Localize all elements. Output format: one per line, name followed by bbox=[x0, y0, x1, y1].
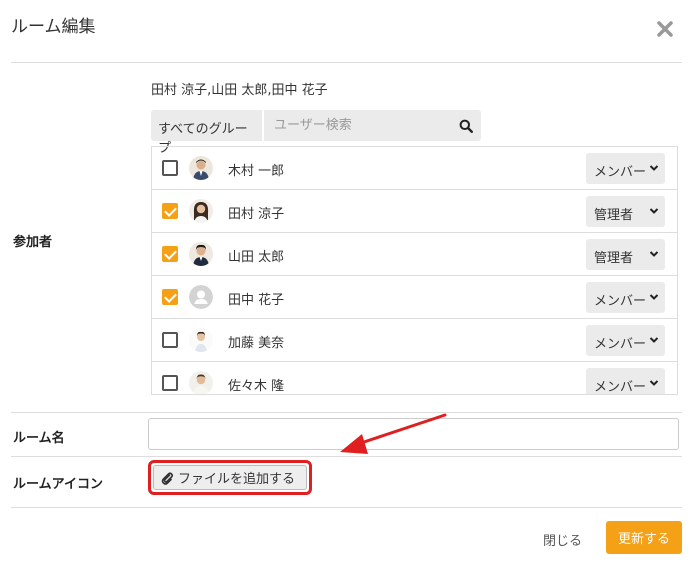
arrow-annotation bbox=[340, 413, 447, 454]
close-button[interactable]: 閉じる bbox=[543, 530, 582, 549]
member-row: 田中 花子 メンバー bbox=[152, 276, 677, 319]
search-icon bbox=[459, 119, 473, 133]
paperclip-icon bbox=[161, 471, 174, 485]
default-user-icon bbox=[189, 285, 213, 309]
member-row: 加藤 美奈 メンバー bbox=[152, 319, 677, 362]
avatar bbox=[189, 328, 213, 352]
role-value: メンバー bbox=[594, 165, 647, 180]
update-button[interactable]: 更新する bbox=[606, 521, 682, 554]
chevron-down-icon bbox=[649, 380, 659, 386]
role-select[interactable]: 管理者 bbox=[586, 196, 665, 227]
avatar bbox=[189, 199, 213, 223]
divider bbox=[11, 507, 682, 508]
chevron-down-icon bbox=[649, 208, 659, 214]
role-select[interactable]: メンバー bbox=[586, 153, 665, 184]
participants-label: 参加者 bbox=[13, 235, 53, 250]
chevron-down-icon bbox=[649, 165, 659, 171]
member-list[interactable]: 木村 一郎 メンバー 田村 涼子 管理者 山田 太郎 管理者 田中 花子 メンバ… bbox=[151, 146, 678, 395]
member-name: 木村 一郎 bbox=[228, 164, 285, 179]
add-file-button[interactable]: ファイルを追加する bbox=[153, 465, 307, 490]
member-row: 佐々木 隆 メンバー bbox=[152, 362, 677, 395]
group-filter-select[interactable]: すべてのグループ bbox=[151, 110, 262, 156]
member-checkbox[interactable] bbox=[162, 289, 178, 305]
member-checkbox[interactable] bbox=[162, 160, 178, 176]
close-icon[interactable] bbox=[656, 20, 674, 38]
member-row: 木村 一郎 メンバー bbox=[152, 147, 677, 190]
user-search-input[interactable] bbox=[264, 110, 450, 141]
chevron-down-icon bbox=[649, 251, 659, 257]
member-name: 山田 太郎 bbox=[228, 250, 285, 265]
room-icon-label: ルームアイコン bbox=[13, 477, 103, 492]
chevron-down-icon bbox=[649, 294, 659, 300]
role-value: メンバー bbox=[594, 380, 647, 395]
member-row: 山田 太郎 管理者 bbox=[152, 233, 677, 276]
member-row: 田村 涼子 管理者 bbox=[152, 190, 677, 233]
role-value: 管理者 bbox=[594, 251, 634, 266]
role-select[interactable]: メンバー bbox=[586, 325, 665, 356]
room-name-label: ルーム名 bbox=[13, 431, 65, 446]
member-checkbox[interactable] bbox=[162, 246, 178, 262]
role-select[interactable]: 管理者 bbox=[586, 239, 665, 270]
member-name: 加藤 美奈 bbox=[228, 336, 285, 351]
member-name: 佐々木 隆 bbox=[228, 379, 285, 394]
member-checkbox[interactable] bbox=[162, 375, 178, 391]
chevron-down-icon bbox=[649, 337, 659, 343]
selected-participants: 田村 涼子,山田 太郎,田中 花子 bbox=[151, 83, 328, 98]
role-value: メンバー bbox=[594, 337, 647, 352]
role-value: メンバー bbox=[594, 294, 647, 309]
search-button[interactable] bbox=[450, 110, 481, 141]
avatar bbox=[189, 242, 213, 266]
member-name: 田中 花子 bbox=[228, 293, 285, 308]
role-value: 管理者 bbox=[594, 208, 634, 223]
divider bbox=[11, 62, 682, 63]
avatar bbox=[189, 156, 213, 180]
add-file-label: ファイルを追加する bbox=[178, 472, 296, 487]
member-name: 田村 涼子 bbox=[228, 207, 285, 222]
role-select[interactable]: メンバー bbox=[586, 282, 665, 313]
member-checkbox[interactable] bbox=[162, 203, 178, 219]
member-checkbox[interactable] bbox=[162, 332, 178, 348]
dialog-title: ルーム編集 bbox=[11, 17, 96, 37]
role-select[interactable]: メンバー bbox=[586, 368, 665, 395]
avatar bbox=[189, 371, 213, 394]
